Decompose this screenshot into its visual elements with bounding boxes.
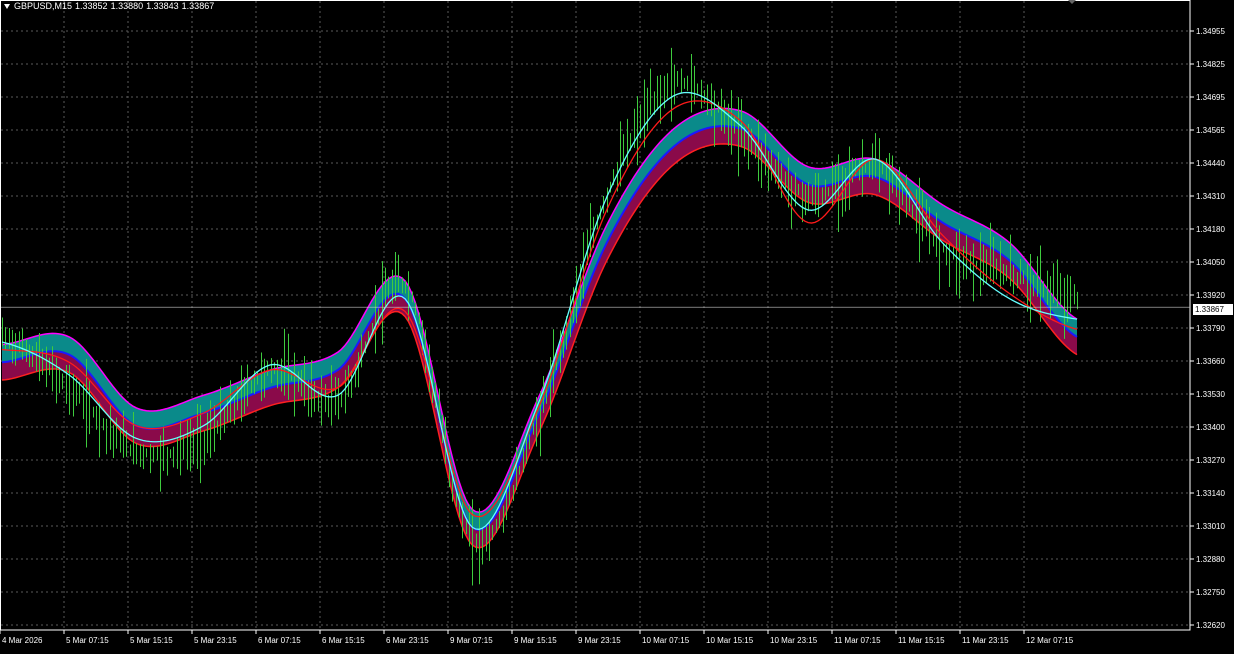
x-tick-label: 11 Mar 07:15: [834, 636, 881, 645]
x-tick-label: 10 Mar 07:15: [642, 636, 690, 645]
x-tick-label: 10 Mar 23:15: [770, 636, 818, 645]
axis-layer: 1.34955 1.34825 1.34695 1.34565 1.34440 1.343…: [0, 27, 1225, 645]
x-tick-label: 6 Mar 07:15: [258, 636, 301, 645]
y-tick-label: 1.33790: [1196, 324, 1225, 333]
x-tick-label: 11 Mar 23:15: [962, 636, 1009, 645]
current-price-label: 1.33867: [1193, 304, 1233, 315]
x-tick-label: 10 Mar 15:15: [706, 636, 754, 645]
y-tick-label: 1.34565: [1196, 126, 1225, 135]
chart-window[interactable]: 1.34955 1.34825 1.34695 1.34565 1.34440 1.343…: [0, 0, 1234, 654]
y-tick-label: 1.34440: [1196, 159, 1225, 168]
y-tick-label: 1.33660: [1196, 357, 1225, 366]
x-tick-label: 5 Mar 23:15: [194, 636, 237, 645]
y-tick-label: 1.32880: [1196, 555, 1225, 564]
grid-layer: [0, 0, 1191, 631]
x-tick-label: 12 Mar 07:15: [1026, 636, 1074, 645]
y-tick-label: 1.32750: [1196, 588, 1225, 597]
low-value: 1.33843: [146, 1, 179, 11]
y-tick-label: 1.34180: [1196, 225, 1225, 234]
y-tick-label: 1.33140: [1196, 489, 1225, 498]
open-value: 1.33852: [75, 1, 108, 11]
x-tick-label: 6 Mar 15:15: [322, 636, 365, 645]
chart-shift-icon[interactable]: [1068, 0, 1076, 4]
y-tick-label: 1.33270: [1196, 456, 1225, 465]
plot-frame: [0, 0, 1191, 631]
y-tick-label: 1.34825: [1196, 60, 1225, 69]
band-layer: [1, 107, 1078, 549]
x-tick-label: 5 Mar 07:15: [66, 636, 109, 645]
y-tick-label: 1.33010: [1196, 522, 1225, 531]
price-bars-layer: [2, 47, 1078, 586]
y-tick-label: 1.34955: [1196, 27, 1225, 36]
close-value: 1.33867: [181, 1, 215, 11]
y-tick-label: 1.34310: [1196, 192, 1225, 201]
y-tick-label: 1.34050: [1196, 258, 1225, 267]
y-tick-label: 1.32620: [1196, 621, 1225, 630]
symbol-label: GBPUSD,M15: [14, 1, 73, 11]
high-value: 1.33880: [110, 1, 144, 11]
x-tick-label: 11 Mar 15:15: [898, 636, 945, 645]
x-tick-label: 9 Mar 15:15: [514, 636, 557, 645]
y-tick-label: 1.33530: [1196, 390, 1225, 399]
y-tick-label: 1.33920: [1196, 291, 1225, 300]
triangle-down-icon[interactable]: [4, 3, 10, 9]
y-tick-label: 1.34695: [1196, 93, 1225, 102]
chart-header: GBPUSD,M15 1.33852 1.33880 1.33843 1.338…: [2, 0, 217, 12]
lines-layer: [1, 91, 1190, 530]
x-tick-label: 9 Mar 23:15: [578, 636, 621, 645]
x-tick-label: 6 Mar 23:15: [386, 636, 429, 645]
x-tick-label: 9 Mar 07:15: [450, 636, 493, 645]
x-tick-label: 4 Mar 2026: [2, 636, 43, 645]
chart-canvas[interactable]: 1.34955 1.34825 1.34695 1.34565 1.34440 1.343…: [0, 0, 1234, 654]
x-tick-label: 5 Mar 15:15: [130, 636, 173, 645]
y-tick-label: 1.33400: [1196, 423, 1225, 432]
